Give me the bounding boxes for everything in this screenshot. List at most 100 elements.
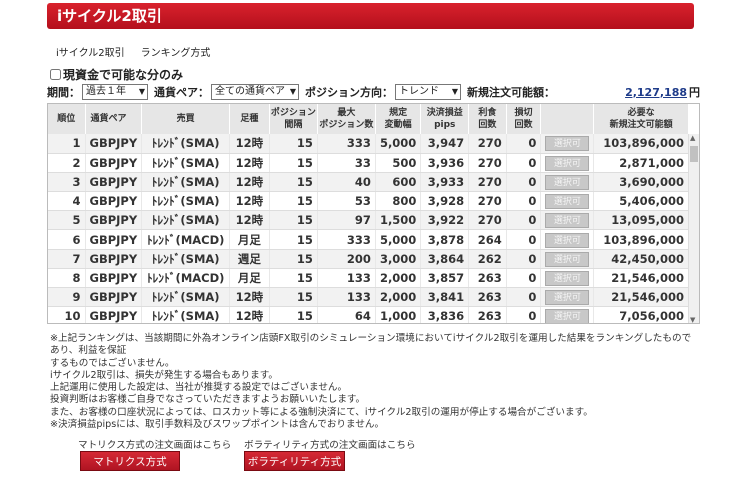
- cell-range: 2,000: [375, 268, 422, 289]
- cell-trade: ﾄﾚﾝﾄﾞ(MACD): [141, 229, 231, 250]
- cell-pair: GBPJPY: [85, 287, 143, 308]
- select-button[interactable]: 選択可: [545, 194, 590, 210]
- scroll-up-icon[interactable]: ▲: [690, 134, 695, 142]
- cell-range: 3,000: [375, 249, 422, 269]
- table-row: 7 GBPJPY ﾄﾚﾝﾄﾞ(SMA) 週足 15 200 3,000 3,864 262 0 選択…: [48, 249, 689, 269]
- cell-bar: 12時: [229, 153, 270, 173]
- cell-trade: ﾄﾚﾝﾄﾞ(SMA): [141, 287, 231, 308]
- cell-interval: 15: [269, 153, 318, 173]
- matrix-button[interactable]: マトリクス方式: [80, 451, 180, 471]
- cell-max: 40: [317, 172, 376, 193]
- table-row: 1 GBPJPY ﾄﾚﾝﾄﾞ(SMA) 12時 15 333 5,000 3,947 270 0 選…: [48, 134, 689, 154]
- cell-profit: 263: [468, 268, 507, 289]
- select-button[interactable]: 選択可: [545, 251, 590, 267]
- table-row: 5 GBPJPY ﾄﾚﾝﾄﾞ(SMA) 12時 15 97 1,500 3,922 270 0 選択…: [48, 210, 689, 231]
- cell-max: 33: [317, 153, 376, 173]
- cell-trade: ﾄﾚﾝﾄﾞ(SMA): [141, 210, 231, 231]
- cell-bar: 12時: [229, 210, 270, 231]
- cell-range: 5,000: [375, 229, 422, 250]
- select-cell: 選択可: [540, 191, 595, 212]
- cell-required: 5,406,000: [593, 191, 689, 212]
- cell-profit: 270: [468, 134, 507, 154]
- select-button[interactable]: 選択可: [545, 270, 590, 286]
- cell-pair: GBPJPY: [85, 191, 143, 212]
- cell-profit: 270: [468, 191, 507, 212]
- period-select[interactable]: 過去１年: [82, 84, 148, 100]
- scrollbar-thumb[interactable]: [690, 146, 698, 162]
- cell-max: 133: [317, 268, 376, 289]
- available-amount-unit: 円: [689, 86, 700, 99]
- cell-loss: 0: [506, 134, 542, 154]
- cell-pair: GBPJPY: [85, 153, 143, 173]
- direction-select[interactable]: トレンド: [395, 84, 461, 100]
- cell-required: 103,896,000: [593, 134, 689, 154]
- cell-interval: 15: [269, 210, 318, 231]
- tab-ranking[interactable]: ランキング方式: [141, 44, 211, 59]
- select-button[interactable]: 選択可: [545, 155, 590, 171]
- cell-rank: 1: [48, 134, 86, 154]
- table-row: 9 GBPJPY ﾄﾚﾝﾄﾞ(SMA) 12時 15 133 2,000 3,841 263 0 選…: [48, 287, 689, 308]
- cell-interval: 15: [269, 306, 318, 323]
- select-button[interactable]: 選択可: [545, 136, 590, 152]
- cell-trade: ﾄﾚﾝﾄﾞ(MACD): [141, 268, 231, 289]
- header-pips: 決済損益 pips: [420, 104, 470, 134]
- cell-rank: 8: [48, 268, 86, 289]
- header-required: 必要な 新規注文可能額: [593, 104, 689, 134]
- period-label: 期間：: [47, 86, 80, 99]
- header-interval: ポジション 間隔: [269, 104, 318, 134]
- select-cell: 選択可: [540, 134, 595, 154]
- tab-bar: iサイクル2取引 ランキング方式: [56, 44, 210, 59]
- cell-rank: 5: [48, 210, 86, 231]
- select-button[interactable]: 選択可: [545, 213, 590, 229]
- select-button[interactable]: 選択可: [545, 309, 590, 323]
- cell-range: 500: [375, 153, 422, 173]
- available-amount-label: 新規注文可能額：: [467, 86, 555, 99]
- cell-rank: 10: [48, 306, 86, 323]
- cell-trade: ﾄﾚﾝﾄﾞ(SMA): [141, 153, 231, 173]
- select-button[interactable]: 選択可: [545, 232, 590, 248]
- cell-max: 53: [317, 191, 376, 212]
- pair-select[interactable]: 全ての通貨ペア: [211, 84, 299, 100]
- cell-trade: ﾄﾚﾝﾄﾞ(SMA): [141, 249, 231, 269]
- cell-loss: 0: [506, 287, 542, 308]
- cell-trade: ﾄﾚﾝﾄﾞ(SMA): [141, 172, 231, 193]
- direction-value: トレンド: [399, 86, 439, 97]
- cell-pips: 3,933: [420, 172, 470, 193]
- header-loss-count: 損切 回数: [506, 104, 542, 134]
- header-pair: 通貨ペア: [85, 104, 143, 134]
- filter-row: 期間： 過去１年 通貨ペア： 全ての通貨ペア ポジション方向： トレンド 新規注…: [47, 82, 700, 102]
- cell-required: 42,450,000: [593, 249, 689, 269]
- available-only-checkbox[interactable]: [50, 69, 61, 80]
- cell-bar: 12時: [229, 287, 270, 308]
- cell-range: 5,000: [375, 134, 422, 154]
- cell-loss: 0: [506, 268, 542, 289]
- select-button[interactable]: 選択可: [545, 174, 590, 190]
- disclaimer-line: するものではございません。: [50, 357, 175, 369]
- table-scrollbar[interactable]: ▲ ▼: [688, 134, 699, 323]
- cell-bar: 月足: [229, 229, 270, 250]
- table-row: 6 GBPJPY ﾄﾚﾝﾄﾞ(MACD) 月足 15 333 5,000 3,878 264 0 選…: [48, 229, 689, 250]
- cell-loss: 0: [506, 306, 542, 323]
- tab-icycle2[interactable]: iサイクル2取引: [56, 44, 125, 59]
- disclaimer-line: 投資判断はお客様ご自身でなさっていただきますようお願いいたします。: [50, 394, 366, 406]
- cell-pair: GBPJPY: [85, 229, 143, 250]
- cell-pips: 3,928: [420, 191, 470, 212]
- header-rank: 順位: [48, 104, 86, 134]
- disclaimer-line: ※上記ランキングは、当該期間に外為オンライン店頭FX取引のシミュレーション環境に…: [50, 333, 692, 357]
- cell-max: 133: [317, 287, 376, 308]
- scroll-down-icon[interactable]: ▼: [690, 316, 695, 323]
- volatility-button[interactable]: ボラティリティ方式: [244, 451, 345, 471]
- ranking-table: 順位 通貨ペア 売買 足種 ポジション 間隔 最大 ポジション数 規定 変動幅 決済損…: [48, 104, 689, 323]
- disclaimer-line: iサイクル2取引は、損失が発生する場合もあります。: [50, 369, 278, 381]
- select-button[interactable]: 選択可: [545, 290, 590, 306]
- cell-range: 1,000: [375, 306, 422, 323]
- available-amount[interactable]: 2,127,188: [625, 86, 687, 99]
- cell-interval: 15: [269, 287, 318, 308]
- disclaimer-line: 上記運用に使用した設定は、当社が推奨する設定ではございません。: [50, 382, 348, 394]
- cell-pips: 3,947: [420, 134, 470, 154]
- table-row: 10 GBPJPY ﾄﾚﾝﾄﾞ(SMA) 12時 15 64 1,000 3,836 263 0 選…: [48, 306, 689, 323]
- page-title-bar: iサイクル2取引: [47, 3, 694, 29]
- cell-rank: 4: [48, 191, 86, 212]
- cell-pips: 3,857: [420, 268, 470, 289]
- select-cell: 選択可: [540, 172, 595, 193]
